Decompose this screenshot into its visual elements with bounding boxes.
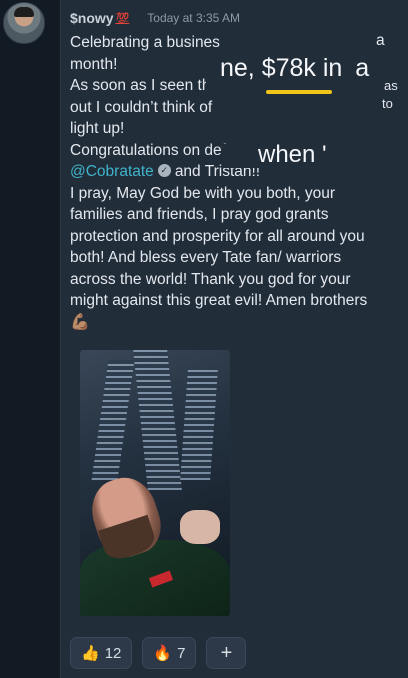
reaction-fire[interactable]: 🔥 7 (142, 637, 197, 669)
thumbs-up-icon: 👍 (81, 645, 100, 662)
building-shape (91, 360, 135, 480)
hand-shape (180, 510, 220, 544)
left-rail (0, 0, 62, 678)
chat-frame: $nowy 💯 Today at 3:35 AM Celebrating a b… (0, 0, 408, 678)
reaction-count: 7 (177, 644, 186, 662)
message-line: across the world! Thank you god for your (70, 270, 351, 288)
message-line: might against this great evil! Amen brot… (70, 292, 368, 309)
building-shape (180, 370, 218, 480)
reaction-thumbs-up[interactable]: 👍 12 (70, 637, 133, 669)
line1-fragment: a (376, 32, 385, 49)
overlay-mask (232, 30, 372, 54)
message-line: both! And bless every Tate fan/ warriors (70, 249, 342, 266)
user-avatar[interactable] (3, 2, 45, 44)
message-line: families and friends, I pray god grants (70, 206, 329, 223)
message-header: $nowy 💯 Today at 3:35 AM (70, 8, 240, 28)
flexed-biceps-icon: 💪🏽 (70, 313, 90, 331)
reactions-bar: 👍 12 🔥 7 + (70, 637, 247, 669)
reaction-count: 12 (104, 644, 122, 662)
video-caption-overlay: ne, $78k in a (220, 54, 369, 83)
line3-fragment: as (384, 78, 398, 93)
overlay-highlight-underline (266, 90, 332, 94)
line4-fragment: to (382, 96, 393, 111)
overlay-caption-tail: a (355, 54, 370, 82)
attached-photo[interactable] (80, 350, 230, 616)
hundred-points-icon: 💯 (115, 12, 130, 25)
end-emoji-line: 💪🏽 (70, 312, 402, 334)
plus-icon: + (220, 641, 233, 664)
username[interactable]: $nowy (70, 10, 114, 26)
message-line: I pray, May God be with you both, your (70, 184, 336, 202)
video-caption-overlay-2: when ' (258, 141, 327, 168)
building-shape (132, 350, 182, 490)
message-line: light up! (70, 120, 125, 137)
mention-cobratate[interactable]: @Cobratate (70, 163, 154, 180)
verified-badge-icon: ✓ (157, 164, 171, 178)
message-line: protection and prosperity for all around… (70, 227, 365, 245)
message-timestamp: Today at 3:35 AM (147, 11, 241, 25)
overlay-mask (222, 95, 372, 115)
overlay-caption: ne, $78k in (220, 54, 343, 82)
add-reaction-button[interactable]: + (206, 637, 247, 669)
fire-icon: 🔥 (153, 645, 173, 662)
